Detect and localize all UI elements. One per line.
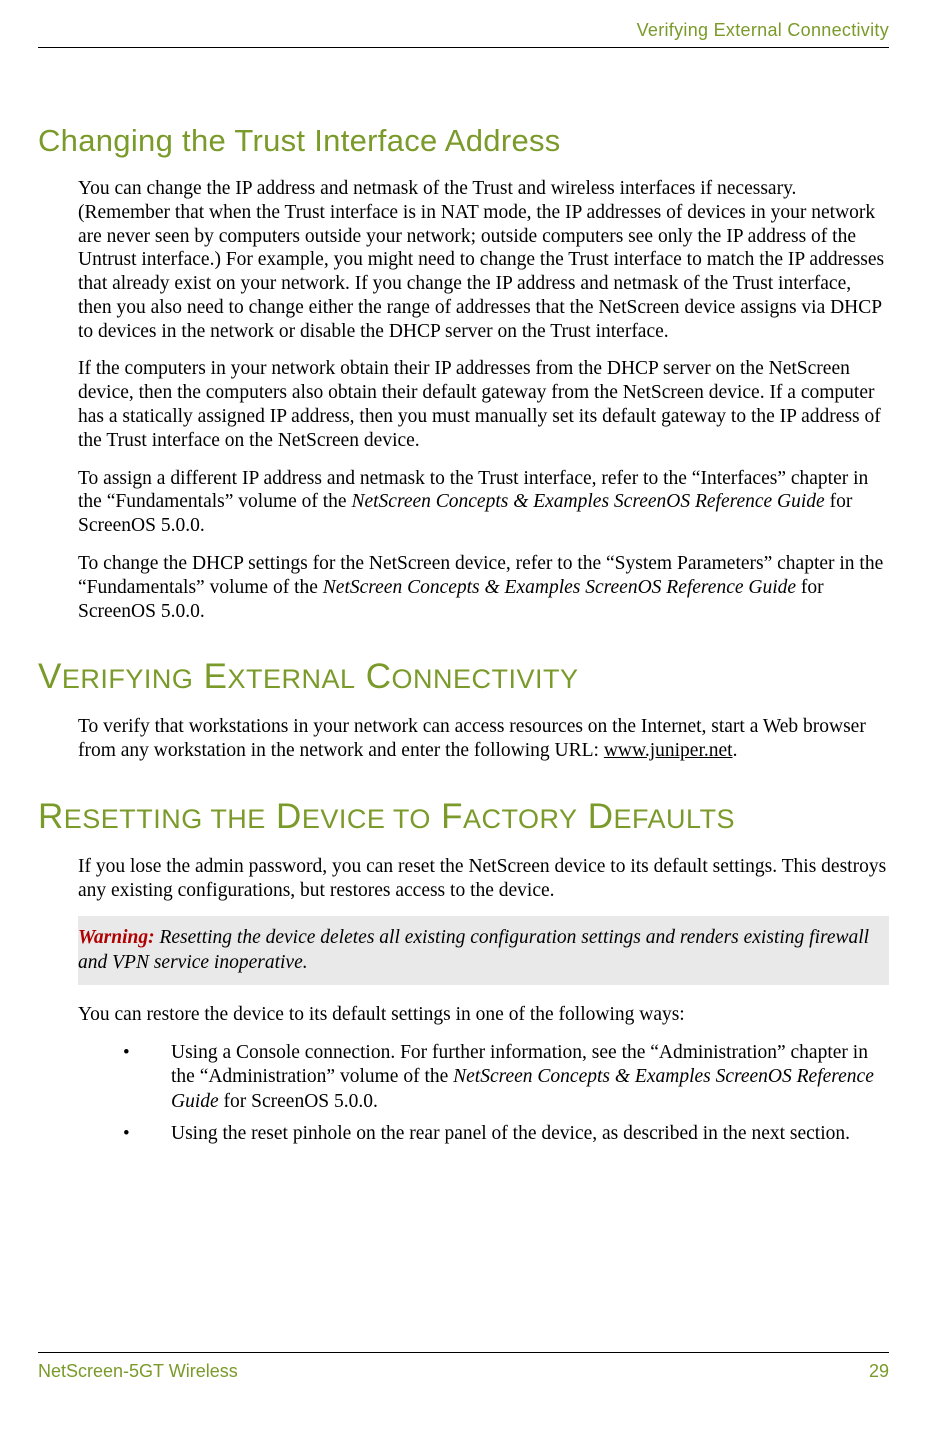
paragraph: If you lose the admin password, you can …	[78, 855, 889, 903]
heading-part: THE	[210, 804, 266, 834]
paragraph: You can change the IP address and netmas…	[78, 177, 889, 343]
text: .	[733, 740, 738, 761]
heading-part: ESETTING	[64, 804, 203, 834]
paragraph: To assign a different IP address and net…	[78, 467, 889, 538]
page-footer: NetScreen-5GT Wireless 29	[38, 1352, 889, 1382]
heading-part: ERIFYING	[62, 664, 194, 694]
list-item: Using the reset pinhole on the rear pane…	[123, 1122, 889, 1146]
heading-part: EVICE	[302, 804, 386, 834]
running-header: Verifying External Connectivity	[38, 20, 889, 48]
heading-part: ONNECTIVITY	[392, 664, 579, 694]
heading-changing-trust-interface: Changing the Trust Interface Address	[38, 123, 889, 159]
warning-callout: Warning: Resetting the device deletes al…	[78, 916, 889, 985]
heading-part: TO	[393, 804, 431, 834]
heading-part	[385, 804, 393, 834]
heading-cap: E	[193, 657, 227, 696]
paragraph: If the computers in your network obtain …	[78, 357, 889, 452]
heading-cap: R	[38, 797, 64, 836]
reference-title: NetScreen Concepts & Examples ScreenOS R…	[351, 491, 824, 512]
reference-title: NetScreen Concepts & Examples ScreenOS R…	[323, 577, 796, 598]
heading-cap: V	[38, 657, 62, 696]
heading-cap: F	[431, 797, 463, 836]
heading-verifying-external-connectivity: VERIFYING EXTERNAL CONNECTIVITY	[38, 657, 889, 697]
paragraph: To change the DHCP settings for the NetS…	[78, 552, 889, 623]
paragraph: To verify that workstations in your netw…	[78, 715, 889, 763]
text: Using the reset pinhole on the rear pane…	[171, 1123, 850, 1144]
heading-resetting-factory-defaults: RESETTING THE DEVICE TO FACTORY DEFAULTS	[38, 797, 889, 837]
link-juniper[interactable]: www.juniper.net	[604, 740, 733, 761]
warning-label: Warning:	[78, 927, 155, 948]
heading-cap: D	[578, 797, 614, 836]
heading-part: XTERNAL	[227, 664, 355, 694]
heading-part: EFAULTS	[614, 804, 736, 834]
heading-cap: C	[356, 657, 392, 696]
footer-product: NetScreen-5GT Wireless	[38, 1361, 238, 1382]
text: To verify that workstations in your netw…	[78, 716, 866, 761]
bullet-list: Using a Console connection. For further …	[123, 1041, 889, 1147]
warning-text: Resetting the device deletes all existin…	[78, 927, 869, 972]
heading-cap: D	[266, 797, 302, 836]
list-item: Using a Console connection. For further …	[123, 1041, 889, 1114]
heading-part: ACTORY	[463, 804, 578, 834]
text: for ScreenOS 5.0.0.	[219, 1091, 378, 1112]
paragraph: You can restore the device to its defaul…	[78, 1003, 889, 1027]
footer-page-number: 29	[869, 1361, 889, 1382]
page-container: Verifying External Connectivity Changing…	[0, 0, 937, 1382]
